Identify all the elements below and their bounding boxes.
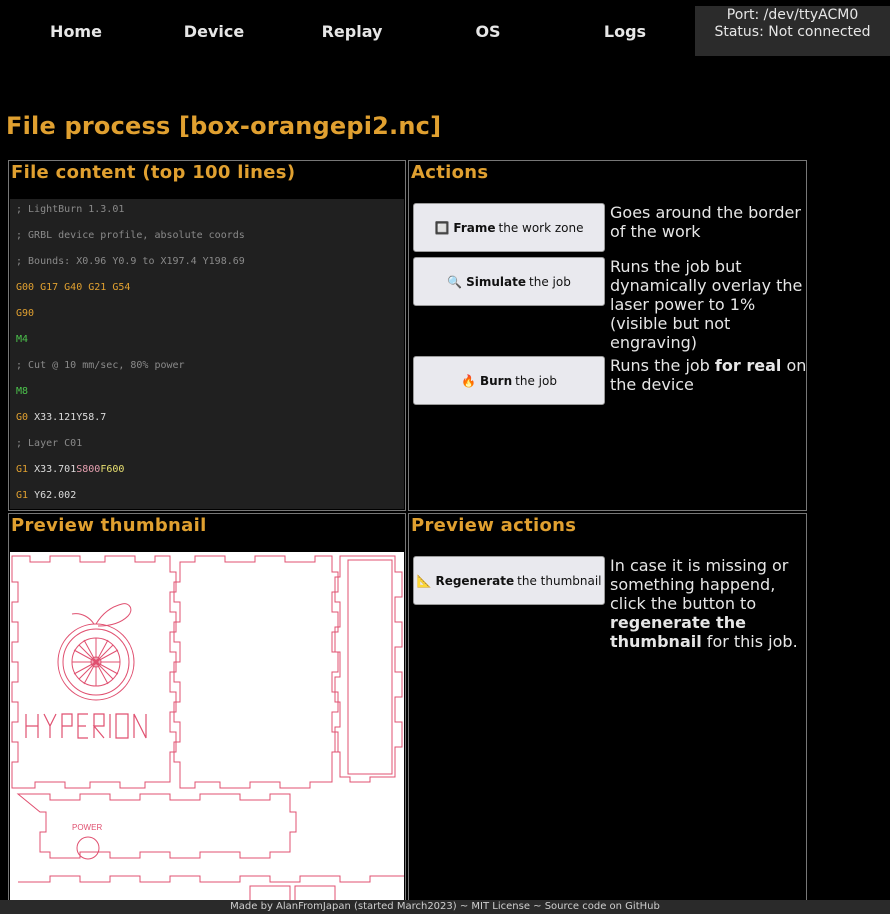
actions-title: Actions xyxy=(411,162,489,183)
preview-actions-title: Preview actions xyxy=(411,515,577,536)
nav-logs[interactable]: Logs xyxy=(565,22,685,41)
nav-device[interactable]: Device xyxy=(154,22,274,41)
actions-panel: Actions 🔲 Frame the work zone Goes aroun… xyxy=(408,160,807,511)
simulate-button-bold: Simulate xyxy=(466,274,527,289)
code-line: G00 G17 G40 G21 G54 xyxy=(16,282,131,293)
preview-actions-panel: Preview actions 📐 Regenerate the thumbna… xyxy=(408,513,807,905)
simulate-description: Runs the job but dynamically overlay the… xyxy=(610,257,803,352)
connection-status-box: Port: /dev/ttyACM0 Status: Not connected xyxy=(695,6,890,56)
frame-description: Goes around the border of the work xyxy=(610,203,801,241)
code-line: G90 xyxy=(16,308,35,319)
simulate-button[interactable]: 🔍 Simulate the job xyxy=(413,257,605,306)
nav-replay[interactable]: Replay xyxy=(292,22,412,41)
code-line: M8 xyxy=(16,386,29,397)
regenerate-button-bold: Regenerate xyxy=(435,573,515,588)
burn-description: Runs the job for real on the device xyxy=(610,356,807,394)
magnifier-icon: 🔍 xyxy=(447,274,463,289)
burn-button-bold: Burn xyxy=(479,373,513,388)
frame-button[interactable]: 🔲 Frame the work zone xyxy=(413,203,605,252)
preview-thumbnail-panel: Preview thumbnail POWER xyxy=(8,513,406,905)
nav-os[interactable]: OS xyxy=(428,22,548,41)
burn-button-rest: the job xyxy=(515,373,557,388)
top-nav: Home Device Replay OS Logs Port: /dev/tt… xyxy=(0,0,890,62)
code-line: ; LightBurn 1.3.01 xyxy=(16,204,125,215)
thumbnail-power-label: POWER xyxy=(72,823,102,832)
fire-icon: 🔥 xyxy=(461,373,476,388)
code-line: G1 X33.701S800F600 xyxy=(16,464,125,475)
nav-home[interactable]: Home xyxy=(16,22,136,41)
frame-button-rest: the work zone xyxy=(498,220,584,235)
code-line: G1 Y62.002 xyxy=(16,490,77,501)
code-line: G0 X33.121Y58.7 xyxy=(16,412,107,423)
code-line: ; Bounds: X0.96 Y0.9 to X197.4 Y198.69 xyxy=(16,256,245,267)
regenerate-description: In case it is missing or something happe… xyxy=(610,556,798,651)
frame-button-bold: Frame xyxy=(453,220,496,235)
file-content-title: File content (top 100 lines) xyxy=(11,162,296,183)
code-line: M4 xyxy=(16,334,29,345)
preview-thumbnail-title: Preview thumbnail xyxy=(11,515,207,536)
burn-button[interactable]: 🔥 Burn the job xyxy=(413,356,605,405)
footer: Made by AlanFromJapan (started March2023… xyxy=(0,900,890,914)
thumbnail-image: POWER xyxy=(10,552,404,902)
code-line: ; Cut @ 10 mm/sec, 80% power xyxy=(16,360,185,371)
code-line: ; Layer C01 xyxy=(16,438,83,449)
thumbnail-drawing: POWER xyxy=(11,555,404,902)
code-line: ; GRBL device profile, absolute coords xyxy=(16,230,245,241)
ruler-icon: 📐 xyxy=(416,573,432,588)
simulate-button-rest: the job xyxy=(529,274,571,289)
frame-icon: 🔲 xyxy=(434,220,450,235)
status-label: Status: Not connected xyxy=(714,24,871,40)
regenerate-button-rest: the thumbnail xyxy=(517,573,602,588)
regenerate-thumbnail-button[interactable]: 📐 Regenerate the thumbnail xyxy=(413,556,605,605)
code-block[interactable]: ; LightBurn 1.3.01 ; GRBL device profile… xyxy=(10,199,404,509)
file-content-panel: File content (top 100 lines) ; LightBurn… xyxy=(8,160,406,511)
port-label: Port: /dev/ttyACM0 xyxy=(726,7,859,23)
page-title: File process [box-orangepi2.nc] xyxy=(6,112,442,140)
